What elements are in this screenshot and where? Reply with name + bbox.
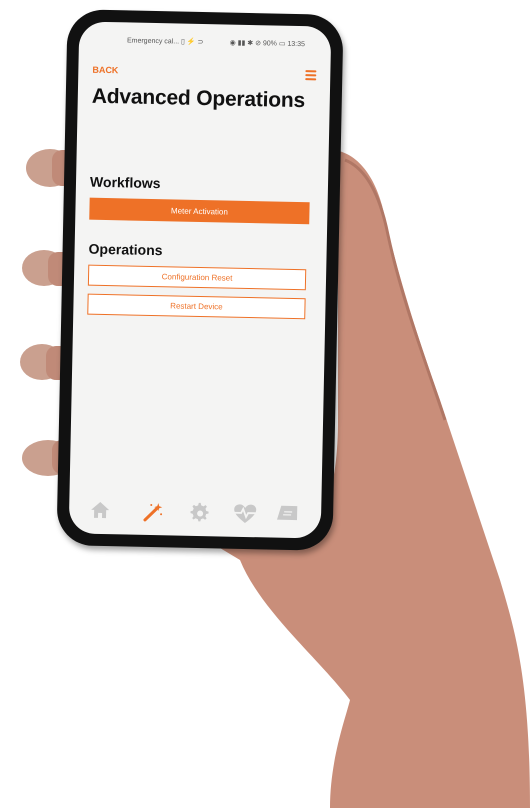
magic-wand-icon xyxy=(143,503,163,522)
heartbeat-icon xyxy=(234,504,257,523)
hamburger-menu-icon[interactable] xyxy=(305,70,317,81)
operations-heading: Operations xyxy=(88,240,163,259)
top-bar: BACK xyxy=(92,65,317,84)
bottom-navigation xyxy=(69,493,322,538)
tag-icon xyxy=(276,505,298,521)
status-bar: Emergency cal... ▯ ⚡ ⊃ ◉ ▮▮ ✱ ⊘ 90% ▭ 13… xyxy=(79,32,331,51)
nav-home[interactable] xyxy=(89,500,113,522)
meter-activation-button[interactable]: Meter Activation xyxy=(89,197,310,225)
phone-frame: Emergency cal... ▯ ⚡ ⊃ ◉ ▮▮ ✱ ⊘ 90% ▭ 13… xyxy=(56,9,344,551)
home-icon xyxy=(91,501,110,519)
page-title: Advanced Operations xyxy=(91,84,306,113)
status-left: Emergency cal... ▯ ⚡ ⊃ xyxy=(126,37,204,47)
workflows-heading: Workflows xyxy=(89,173,161,192)
status-right: ◉ ▮▮ ✱ ⊘ 90% ▭ 13:35 xyxy=(229,39,306,49)
nav-operations[interactable] xyxy=(141,501,165,523)
configuration-reset-button[interactable]: Configuration Reset xyxy=(87,264,307,291)
nav-tag[interactable] xyxy=(275,504,299,526)
nav-settings[interactable] xyxy=(189,502,213,524)
phone-screen: Emergency cal... ▯ ⚡ ⊃ ◉ ▮▮ ✱ ⊘ 90% ▭ 13… xyxy=(68,21,332,539)
gear-icon xyxy=(190,502,209,522)
restart-device-button[interactable]: Restart Device xyxy=(87,293,306,320)
back-button[interactable]: BACK xyxy=(92,65,118,76)
nav-health[interactable] xyxy=(231,503,259,526)
